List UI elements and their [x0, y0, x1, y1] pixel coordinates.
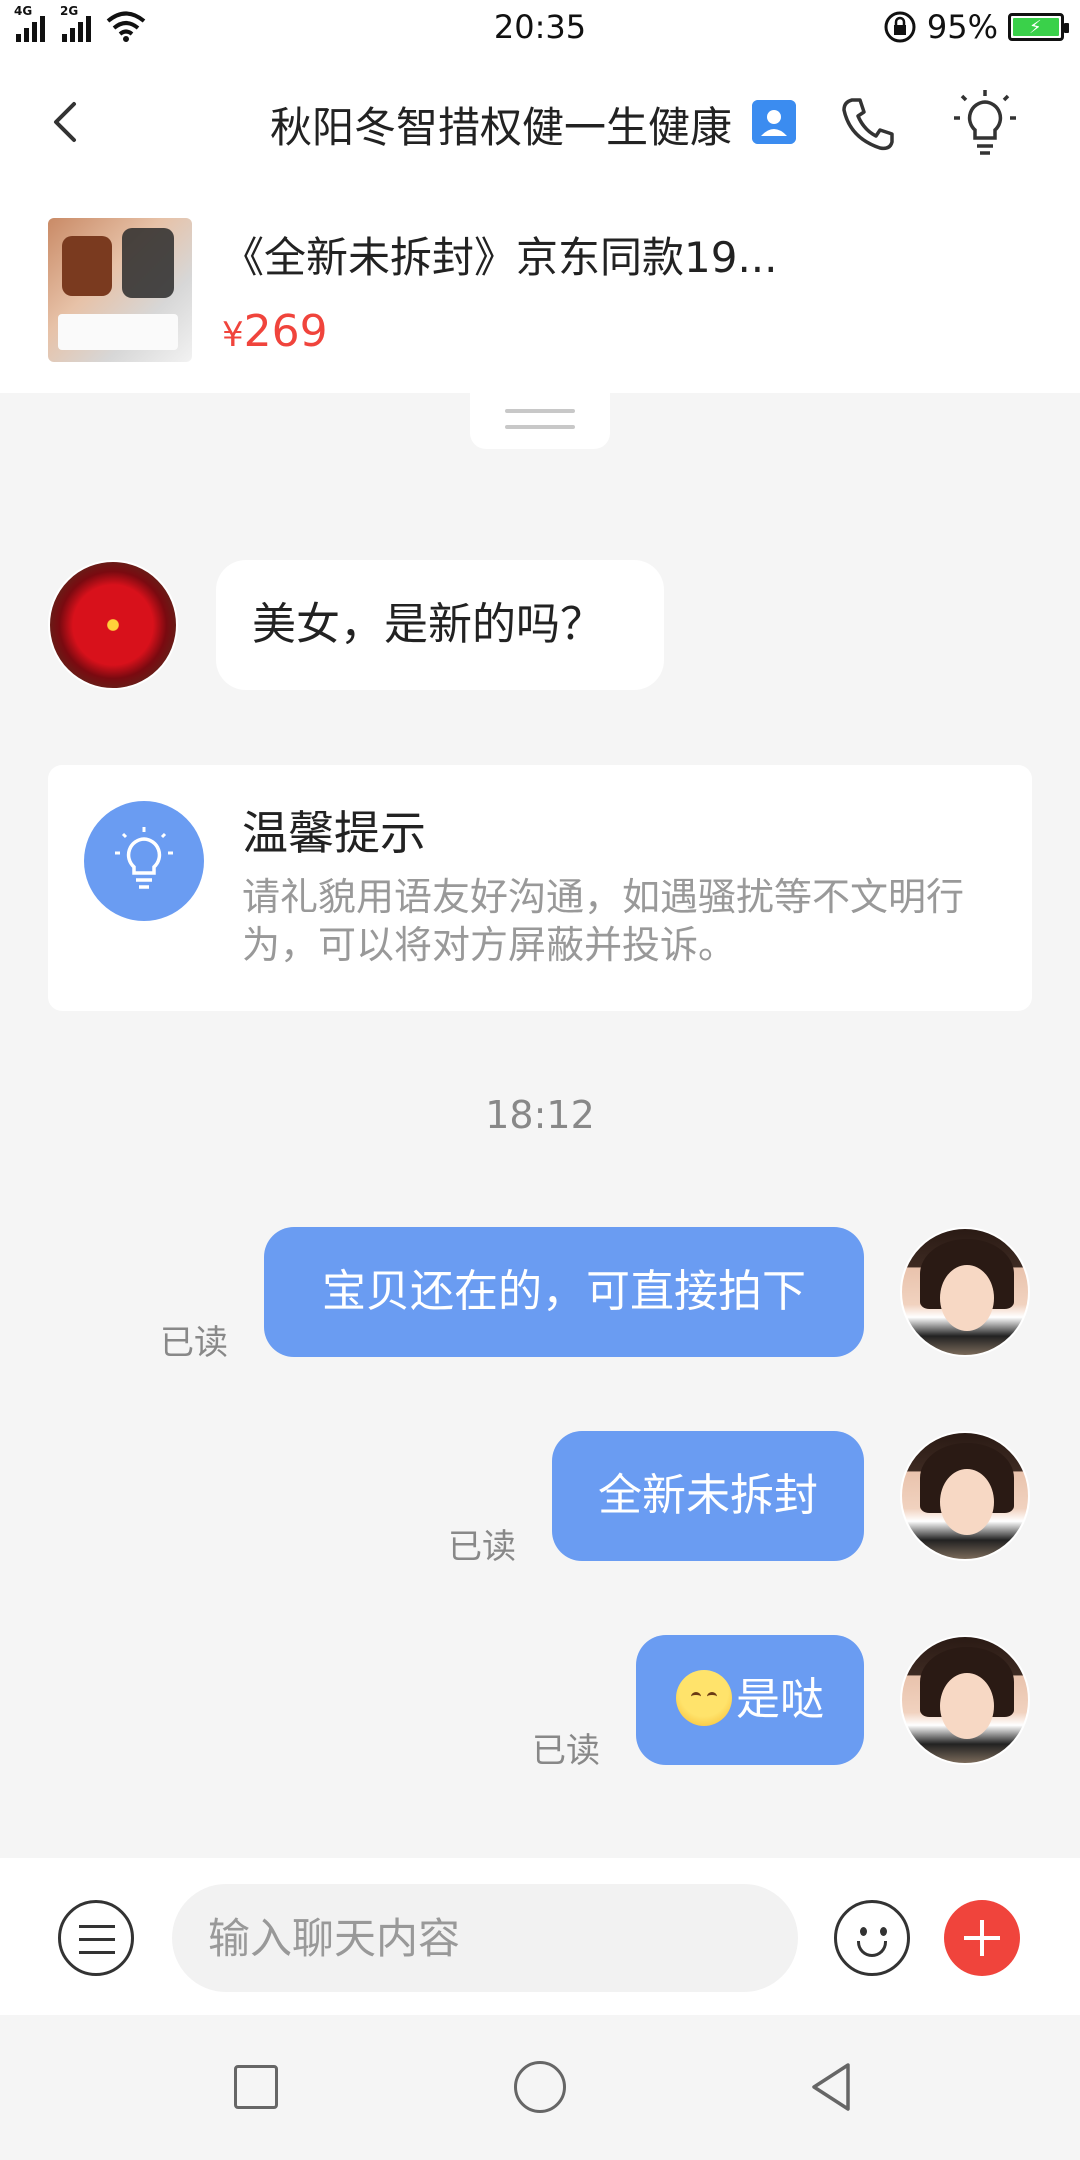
message-outgoing[interactable]: 是哒 — [636, 1635, 864, 1765]
back-triangle-icon[interactable] — [806, 2059, 856, 2115]
system-nav-bar — [0, 2015, 1080, 2160]
recent-apps-icon[interactable] — [234, 2065, 278, 2109]
avatar-me[interactable] — [900, 1431, 1030, 1561]
home-icon[interactable] — [514, 2061, 566, 2113]
emoji-icon[interactable] — [834, 1900, 910, 1976]
tip-title: 温馨提示 — [242, 806, 426, 860]
avatar-me[interactable] — [900, 1635, 1030, 1765]
price-symbol: ¥ — [222, 315, 244, 355]
message-outgoing[interactable]: 宝贝还在的，可直接拍下 — [264, 1227, 864, 1357]
tip-lightbulb-icon — [84, 801, 204, 921]
chat-title: 秋阳冬智措权健一生健康 — [270, 103, 733, 152]
read-status: 已读 — [160, 1323, 228, 1363]
smile-emoji-icon — [676, 1670, 732, 1726]
message-incoming[interactable]: 美女，是新的吗？ — [216, 560, 664, 690]
read-status: 已读 — [448, 1527, 516, 1567]
avatar-me[interactable] — [900, 1227, 1030, 1357]
tip-text: 请礼貌用语友好沟通，如遇骚扰等不文明行为，可以将对方屏蔽并投诉。 — [242, 875, 965, 967]
menu-icon[interactable] — [58, 1900, 134, 1976]
price-value: 269 — [243, 306, 328, 357]
lightbulb-icon[interactable] — [950, 88, 1020, 160]
rotation-lock-icon — [884, 11, 916, 43]
read-status: 已读 — [532, 1731, 600, 1771]
plus-icon[interactable] — [944, 1900, 1020, 1976]
pull-handle[interactable] — [470, 393, 610, 449]
avatar-other[interactable] — [48, 560, 178, 690]
safety-tip-card: 温馨提示 请礼貌用语友好沟通，如遇骚扰等不文明行为，可以将对方屏蔽并投诉。 — [48, 765, 1032, 1011]
input-bar — [0, 1858, 1080, 2015]
contact-card-icon[interactable] — [752, 100, 796, 144]
chat-header: 秋阳冬智措权健一生健康 — [0, 56, 1080, 188]
message-input[interactable] — [172, 1884, 798, 1992]
phone-icon[interactable] — [836, 92, 900, 156]
back-arrow-icon[interactable] — [40, 92, 92, 152]
battery-percent: 95% — [926, 8, 998, 46]
message-text: 是哒 — [736, 1674, 824, 1725]
chat-messages[interactable]: 17:59 美女，是新的吗？ 温馨提示 请礼貌用语友好沟通，如遇骚扰等不文明行为… — [0, 393, 1080, 1858]
product-title: 《全新未拆封》京东同款19... — [222, 233, 778, 282]
timestamp: 18:12 — [485, 1093, 595, 1137]
product-price: ¥269 — [222, 306, 328, 357]
status-bar: 4G 2G 20:35 95% ⚡ — [0, 0, 1080, 56]
product-card[interactable]: 《全新未拆封》京东同款19... ¥269 — [0, 188, 1080, 393]
message-outgoing[interactable]: 全新未拆封 — [552, 1431, 864, 1561]
battery-icon: ⚡ — [1008, 13, 1069, 41]
product-thumbnail[interactable] — [48, 218, 192, 362]
status-right: 95% ⚡ — [883, 8, 1069, 46]
